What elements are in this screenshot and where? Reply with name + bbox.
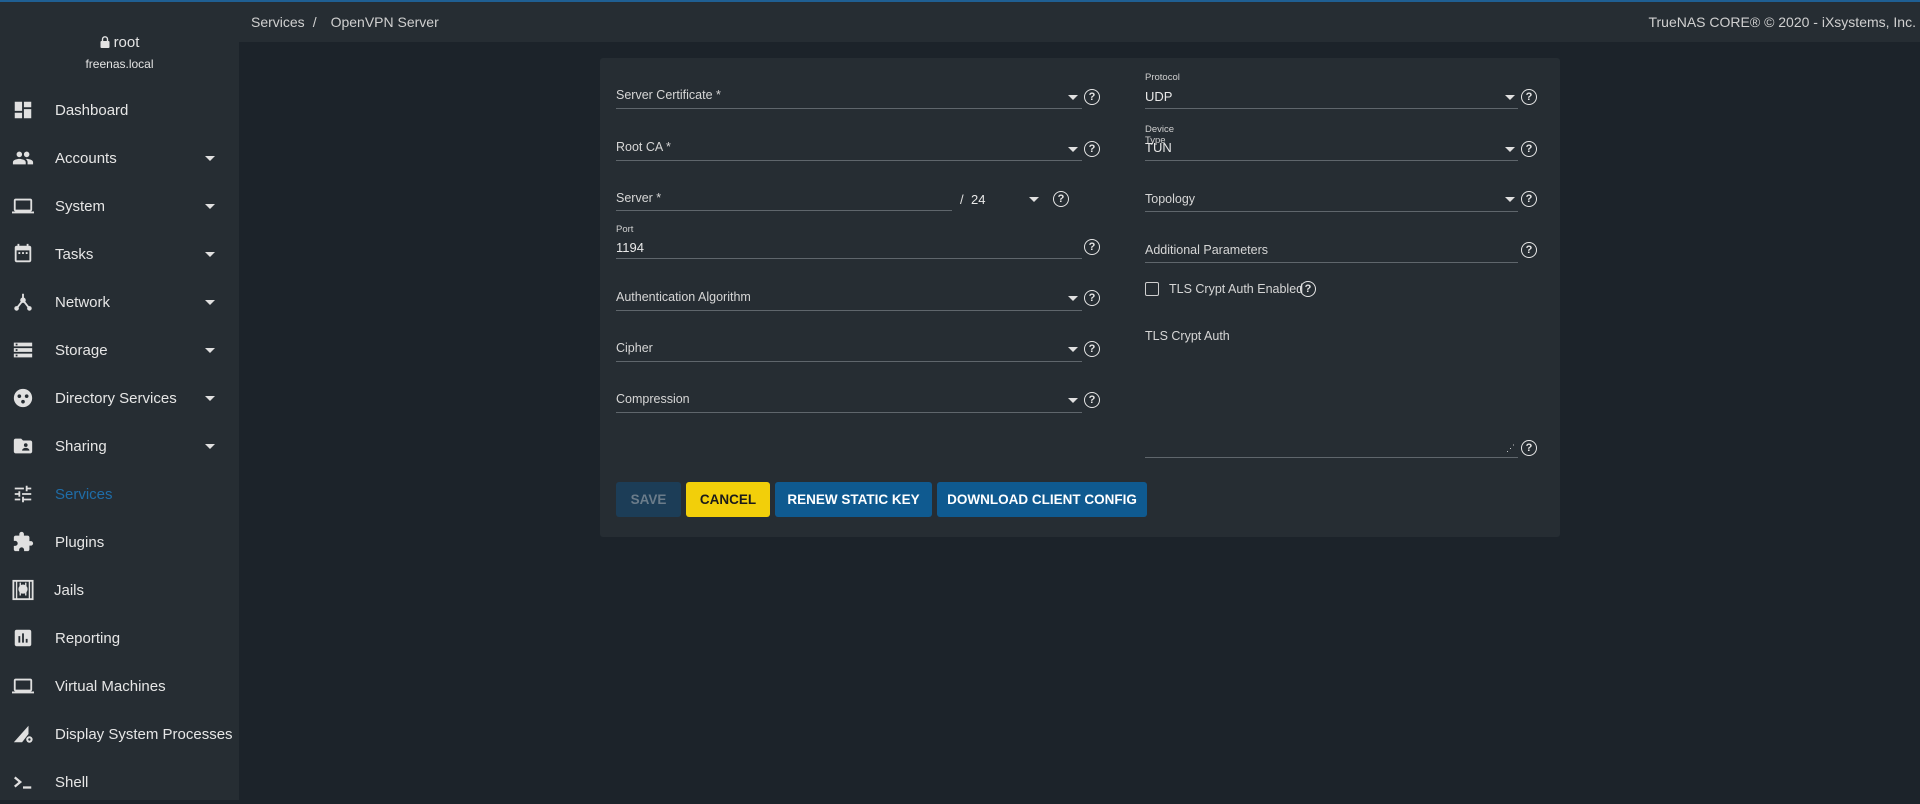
user-info: root freenas.local (0, 34, 239, 71)
sidebar-item-accounts[interactable]: Accounts (0, 136, 239, 180)
terminal-icon (14, 776, 32, 789)
sidebar-item-tasks[interactable]: Tasks (0, 232, 239, 276)
directory-icon (13, 388, 33, 408)
sidebar-item-services[interactable]: Services (0, 472, 239, 516)
breadcrumb: Services / OpenVPN Server (251, 14, 439, 30)
chevron-down-icon[interactable] (1505, 95, 1515, 100)
sidebar-item-network[interactable]: Network (0, 280, 239, 324)
chevron-down-icon (205, 204, 215, 209)
folder-share-icon (13, 438, 33, 454)
sidebar-item-label: Jails (54, 581, 85, 599)
help-icon[interactable]: ? (1084, 290, 1100, 306)
chevron-down-icon (205, 300, 215, 305)
sidebar-item-label: Plugins (55, 533, 105, 551)
sidebar-item-label: Sharing (55, 437, 107, 455)
download-client-config-button[interactable]: DOWNLOAD CLIENT CONFIG (937, 482, 1147, 517)
help-icon[interactable]: ? (1521, 191, 1537, 207)
sidebar-item-label: Services (55, 485, 113, 503)
chevron-down-icon[interactable] (1505, 147, 1515, 152)
chart-icon (14, 629, 32, 647)
dashboard-icon (14, 101, 32, 119)
help-icon[interactable]: ? (1521, 89, 1537, 105)
sidebar: root freenas.local Dashboard Accounts Sy… (0, 2, 239, 800)
chevron-down-icon (205, 348, 215, 353)
renew-static-key-button[interactable]: RENEW STATIC KEY (775, 482, 932, 517)
sidebar-item-dashboard[interactable]: Dashboard (0, 88, 239, 132)
sidebar-item-system[interactable]: System (0, 184, 239, 228)
tls-crypt-auth-enabled-checkbox[interactable] (1145, 282, 1159, 296)
save-button[interactable]: SAVE (616, 482, 681, 517)
help-icon[interactable]: ? (1084, 392, 1100, 408)
chevron-down-icon (205, 252, 215, 257)
laptop-icon (12, 678, 34, 694)
resize-handle-icon[interactable]: ⋰ (1506, 443, 1515, 454)
help-icon[interactable]: ? (1084, 341, 1100, 357)
sidebar-item-sharing[interactable]: Sharing (0, 424, 239, 468)
chevron-down-icon[interactable] (1068, 95, 1078, 100)
help-icon[interactable]: ? (1053, 191, 1069, 207)
help-icon[interactable]: ? (1084, 239, 1100, 255)
sidebar-item-plugins[interactable]: Plugins (0, 520, 239, 564)
chevron-down-icon[interactable] (1068, 398, 1078, 403)
help-icon[interactable]: ? (1300, 281, 1316, 297)
sidebar-item-jails[interactable]: Jails (0, 568, 239, 612)
sidebar-item-storage[interactable]: Storage (0, 328, 239, 372)
help-icon[interactable]: ? (1521, 440, 1537, 456)
laptop-icon (12, 198, 34, 214)
sidebar-item-label: Tasks (55, 245, 94, 263)
chevron-down-icon (205, 156, 215, 161)
tls-crypt-auth-enabled-label: TLS Crypt Auth Enabled (1169, 282, 1304, 296)
processes-icon (13, 725, 33, 743)
sidebar-item-label: Directory Services (55, 389, 177, 407)
sidebar-item-label: Network (55, 293, 111, 311)
sidebar-item-label: Dashboard (55, 101, 129, 119)
cancel-button[interactable]: CANCEL (686, 482, 770, 517)
sidebar-item-label: Reporting (55, 629, 121, 647)
sidebar-item-shell[interactable]: Shell (0, 760, 239, 804)
chevron-down-icon[interactable] (1029, 197, 1039, 202)
sidebar-item-reporting[interactable]: Reporting (0, 616, 239, 660)
network-icon (14, 293, 32, 311)
breadcrumb-current: OpenVPN Server (330, 14, 439, 30)
sidebar-item-label: Display System Processes (55, 725, 233, 743)
sidebar-item-label: Shell (55, 773, 89, 791)
copyright-text: TrueNAS CORE® © 2020 - iXsystems, Inc. (1648, 14, 1916, 30)
chevron-down-icon[interactable] (1068, 296, 1078, 301)
sidebar-item-label: System (55, 197, 106, 215)
storage-icon (13, 342, 33, 358)
help-icon[interactable]: ? (1521, 141, 1537, 157)
sidebar-item-label: Accounts (55, 149, 117, 167)
people-icon (12, 151, 34, 165)
chevron-down-icon[interactable] (1068, 347, 1078, 352)
puzzle-icon (13, 531, 34, 552)
sidebar-item-directory-services[interactable]: Directory Services (0, 376, 239, 420)
sidebar-item-virtual-machines[interactable]: Virtual Machines (0, 664, 239, 708)
chevron-down-icon[interactable] (1505, 197, 1515, 202)
sidebar-item-display-system-processes[interactable]: Display System Processes (0, 712, 239, 756)
jail-icon (12, 579, 34, 601)
server-netmask-separator: / (960, 192, 964, 207)
chevron-down-icon (205, 444, 215, 449)
hostname: freenas.local (85, 57, 154, 71)
help-icon[interactable]: ? (1084, 89, 1100, 105)
top-bar: Services / OpenVPN Server TrueNAS CORE® © … (239, 2, 1920, 42)
breadcrumb-services[interactable]: Services (251, 14, 305, 30)
breadcrumb-separator: / (312, 14, 317, 30)
sidebar-item-label: Storage (55, 341, 108, 359)
lock-icon (100, 36, 110, 48)
tune-icon (14, 485, 32, 503)
chevron-down-icon[interactable] (1068, 147, 1078, 152)
username: root (113, 34, 140, 51)
help-icon[interactable]: ? (1084, 141, 1100, 157)
calendar-icon (14, 243, 32, 263)
sidebar-item-label: Virtual Machines (55, 677, 166, 695)
help-icon[interactable]: ? (1521, 242, 1537, 258)
chevron-down-icon (205, 396, 215, 401)
